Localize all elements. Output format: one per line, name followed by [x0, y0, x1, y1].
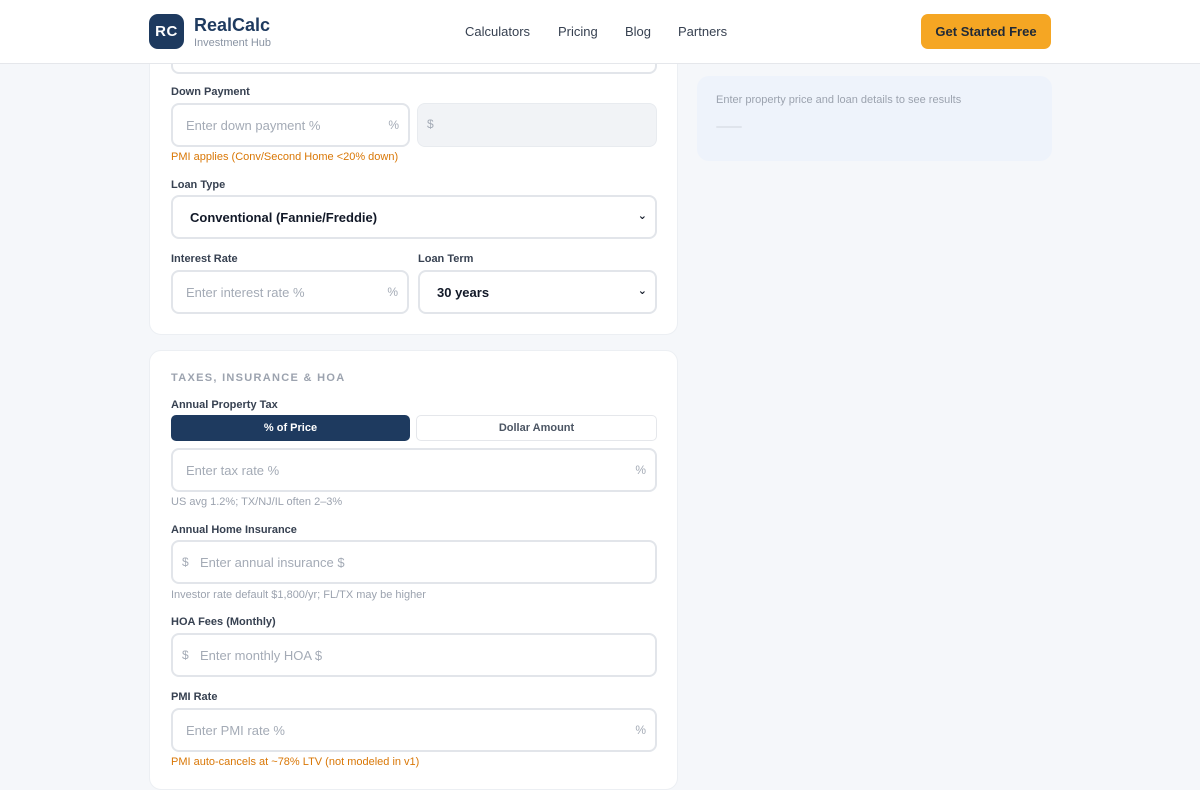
hoa-label: HOA Fees (Monthly) — [171, 616, 276, 628]
dollar-prefix: $ — [182, 555, 189, 569]
down-payment-label: Down Payment — [171, 86, 250, 98]
logo-icon[interactable]: RC — [149, 14, 184, 49]
results-panel: Enter property price and loan details to… — [697, 76, 1052, 161]
brand-tagline: Investment Hub — [194, 37, 272, 49]
interest-rate-input[interactable]: Enter interest rate % % — [171, 270, 409, 314]
loan-type-select[interactable]: Conventional (Fannie/Freddie) ⌄ — [171, 195, 657, 239]
tax-hint: US avg 1.2%; TX/NJ/IL often 2–3% — [171, 496, 343, 508]
tax-rate-placeholder: Enter tax rate % — [186, 463, 280, 478]
percent-suffix: % — [388, 118, 399, 132]
insurance-placeholder: Enter annual insurance $ — [200, 555, 345, 570]
insurance-input[interactable]: $ Enter annual insurance $ — [171, 540, 657, 584]
loan-type-label: Loan Type — [171, 179, 226, 191]
pmi-warning-hint: PMI applies (Conv/Second Home <20% down) — [171, 151, 399, 163]
brand-name[interactable]: RealCalc — [194, 15, 270, 36]
pmi-cancel-hint: PMI auto-cancels at ~78% LTV (not modele… — [171, 756, 420, 768]
pmi-rate-input[interactable]: Enter PMI rate % % — [171, 708, 657, 752]
nav-calculators[interactable]: Calculators — [465, 24, 530, 39]
results-empty-text: Enter property price and loan details to… — [716, 94, 962, 106]
loan-term-label: Loan Term — [418, 253, 474, 265]
hoa-input[interactable]: $ Enter monthly HOA $ — [171, 633, 657, 677]
chevron-down-icon: ⌄ — [637, 210, 647, 222]
percent-suffix: % — [635, 463, 646, 477]
loan-type-value: Conventional (Fannie/Freddie) — [190, 210, 378, 225]
insurance-hint: Investor rate default $1,800/yr; FL/TX m… — [171, 589, 426, 601]
percent-suffix: % — [387, 285, 398, 299]
hoa-placeholder: Enter monthly HOA $ — [200, 648, 323, 663]
get-started-button[interactable]: Get Started Free — [921, 14, 1051, 49]
interest-rate-label: Interest Rate — [171, 253, 238, 265]
loan-term-value: 30 years — [437, 285, 490, 300]
chevron-down-icon: ⌄ — [637, 285, 647, 297]
nav-blog[interactable]: Blog — [625, 24, 651, 39]
pmi-rate-label: PMI Rate — [171, 691, 218, 703]
nav-partners[interactable]: Partners — [678, 24, 727, 39]
insurance-label: Annual Home Insurance — [171, 524, 297, 536]
dollar-prefix: $ — [182, 648, 189, 662]
tax-rate-input[interactable]: Enter tax rate % % — [171, 448, 657, 492]
loan-term-select[interactable]: 30 years ⌄ — [418, 270, 657, 314]
pmi-rate-placeholder: Enter PMI rate % — [186, 723, 285, 738]
down-payment-dollar-input[interactable]: $ — [417, 103, 657, 147]
dollar-prefix: $ — [427, 117, 434, 131]
property-tax-label: Annual Property Tax — [171, 399, 278, 411]
down-payment-percent-placeholder: Enter down payment % — [186, 118, 321, 133]
percent-suffix: % — [635, 723, 646, 737]
section-title: TAXES, INSURANCE & HOA — [171, 372, 346, 384]
nav-pricing[interactable]: Pricing — [558, 24, 598, 39]
interest-rate-placeholder: Enter interest rate % — [186, 285, 305, 300]
results-placeholder-line — [716, 126, 742, 128]
tab-percent-of-price[interactable]: % of Price — [171, 415, 410, 441]
down-payment-percent-input[interactable]: Enter down payment % % — [171, 103, 410, 147]
top-header: RC RealCalc Investment Hub Calculators P… — [0, 0, 1200, 64]
tab-dollar-amount[interactable]: Dollar Amount — [416, 415, 657, 441]
